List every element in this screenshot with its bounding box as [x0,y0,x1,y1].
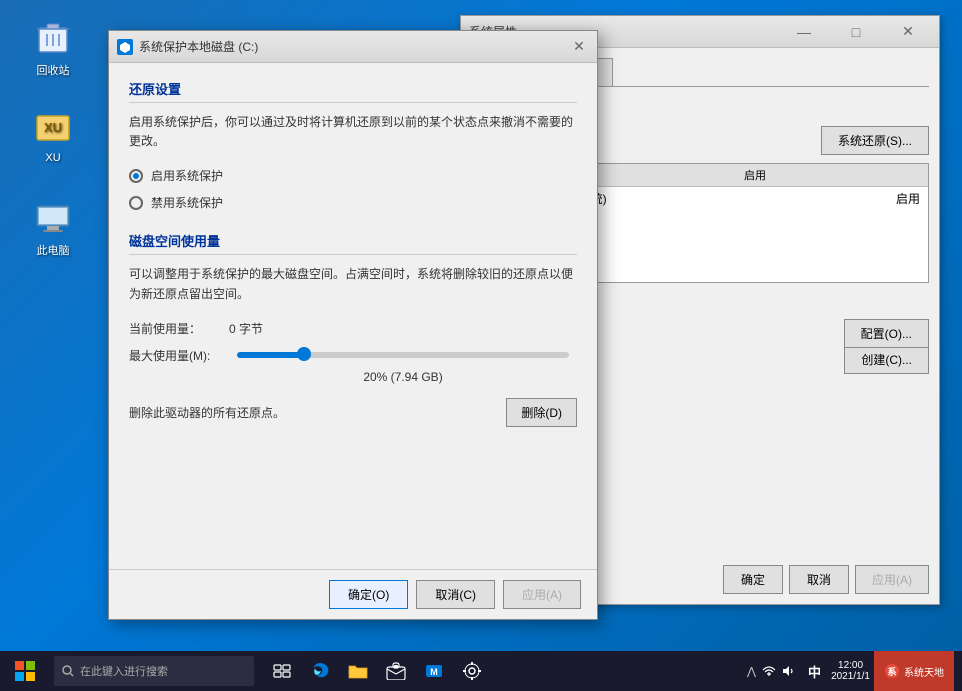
disk-space-section: 磁盘空间使用量 可以调整用于系统保护的最大磁盘空间。占满空间时，系统将删除较旧的… [129,231,577,426]
dialog-title-text: 系统保护本地磁盘 (C:) [139,38,563,55]
tiantai-label: 系统天地 [904,664,944,679]
recycle-bin-icon [33,18,73,58]
dialog-footer: 确定(O) 取消(C) 应用(A) [109,569,597,619]
restore-section-desc: 启用系统保护后，你可以通过及时将计算机还原到以前的某个状态点来撤消不需要的更改。 [129,113,577,151]
create-btn[interactable]: 创建(C)... [844,345,929,374]
xu-icon: XU [33,108,73,148]
current-usage-value: 0 字节 [229,320,263,337]
gear-icon [462,661,482,681]
disk-space-title: 磁盘空间使用量 [129,231,577,255]
xitong-logo-icon: 系 [884,663,900,679]
xu-label: XU [45,152,60,164]
lang-indicator[interactable]: 中 [802,662,827,681]
dialog-title-icon [117,39,133,55]
dialog-titlebar: 系统保护本地磁盘 (C:) ✕ [109,31,597,63]
caret-icon[interactable]: ⋀ [747,665,756,678]
search-icon [62,665,74,677]
mail-btn[interactable] [378,653,414,689]
time: 12:00 [838,660,863,671]
radio-disable-label: 禁用系统保护 [151,194,223,211]
slider-row: 最大使用量(M): [129,347,577,364]
delete-row: 删除此驱动器的所有还原点。 删除(D) [129,398,577,427]
delete-btn[interactable]: 删除(D) [506,398,577,427]
dialog-cancel-btn[interactable]: 取消(C) [416,580,495,609]
taskbar-right: ⋀ 中 12:00 2021/1/1 [747,651,962,691]
system-restore-btn[interactable]: 系统还原(S)... [821,126,929,155]
svg-text:XU: XU [44,120,62,135]
outlook-icon: M [424,661,444,681]
edge-browser-btn[interactable] [302,653,338,689]
settings-app-btn[interactable] [454,653,490,689]
search-placeholder: 在此键入进行搜索 [80,663,168,679]
sys-props-ok-btn[interactable]: 确定 [723,565,783,594]
sys-props-minimize-btn[interactable]: — [781,18,827,46]
start-button[interactable] [0,651,50,691]
sys-props-cancel-btn[interactable]: 取消 [789,565,849,594]
this-pc-label: 此电脑 [37,242,70,258]
desktop-icon-this-pc[interactable]: 此电脑 [18,198,88,258]
slider-percent-display: 20% (7.94 GB) [229,370,577,384]
taskbar-app-icons: M [264,653,490,689]
taskbar: 在此键入进行搜索 [0,651,962,691]
svg-text:系: 系 [887,666,896,677]
radio-disable-circle [129,196,143,210]
taskbar-search[interactable]: 在此键入进行搜索 [54,656,254,686]
radio-disable-item[interactable]: 禁用系统保护 [129,194,577,211]
radio-enable-item[interactable]: 启用系统保护 [129,167,577,184]
current-usage-row: 当前使用量： 0 字节 [129,320,577,337]
xitong-tiantai-btn[interactable]: 系 系统天地 [874,651,954,691]
tray-icons: ⋀ 中 [747,662,827,681]
slider-track[interactable] [237,352,569,358]
outlook-btn[interactable]: M [416,653,452,689]
edge-icon [310,661,330,681]
radio-group: 启用系统保护 禁用系统保护 [129,167,577,211]
task-view-icon [273,664,291,678]
recycle-bin-label: 回收站 [37,62,70,78]
disk-space-desc: 可以调整用于系统保护的最大磁盘空间。占满空间时，系统将删除较旧的还原点以便为新还… [129,265,577,303]
this-pc-icon [33,198,73,238]
mail-icon [386,662,406,680]
task-view-btn[interactable] [264,653,300,689]
dialog-content: 还原设置 启用系统保护后，你可以通过及时将计算机还原到以前的某个状态点来撤消不需… [109,63,597,569]
delete-label: 删除此驱动器的所有还原点。 [129,404,285,421]
current-usage-label: 当前使用量： [129,320,229,337]
radio-enable-label: 启用系统保护 [151,167,223,184]
max-usage-label: 最大使用量(M): [129,347,229,364]
dialog-apply-btn[interactable]: 应用(A) [503,580,581,609]
svg-text:M: M [430,667,438,677]
sys-props-close-btn[interactable]: ✕ [885,18,931,46]
restore-section-title: 还原设置 [129,79,577,103]
desktop-icon-recycle-bin[interactable]: 回收站 [18,18,88,78]
sys-props-apply-btn[interactable]: 应用(A) [855,565,929,594]
desktop-icon-xu[interactable]: XU XU [18,108,88,164]
dialog-close-btn[interactable]: ✕ [569,37,589,57]
main-dialog: 系统保护本地磁盘 (C:) ✕ 还原设置 启用系统保护后，你可以通过及时将计算机… [108,30,598,620]
radio-enable-circle [129,169,143,183]
sys-props-maximize-btn[interactable]: □ [833,18,879,46]
clock: 12:00 2021/1/1 [831,660,870,682]
network-icon [762,664,776,678]
file-explorer-btn[interactable] [340,653,376,689]
slider-fill [237,352,303,358]
folder-icon [348,662,368,680]
windows-logo-icon [15,661,35,681]
date: 2021/1/1 [831,671,870,682]
sys-props-footer-buttons: 确定 取消 应用(A) [723,565,929,594]
volume-icon [782,664,796,678]
slider-thumb[interactable] [297,347,311,361]
desktop: 回收站 XU XU 此电脑 系统属性 — □ ✕ [0,0,962,691]
dialog-ok-btn[interactable]: 确定(O) [329,580,408,609]
config-btn[interactable]: 配置(O)... [844,319,929,348]
